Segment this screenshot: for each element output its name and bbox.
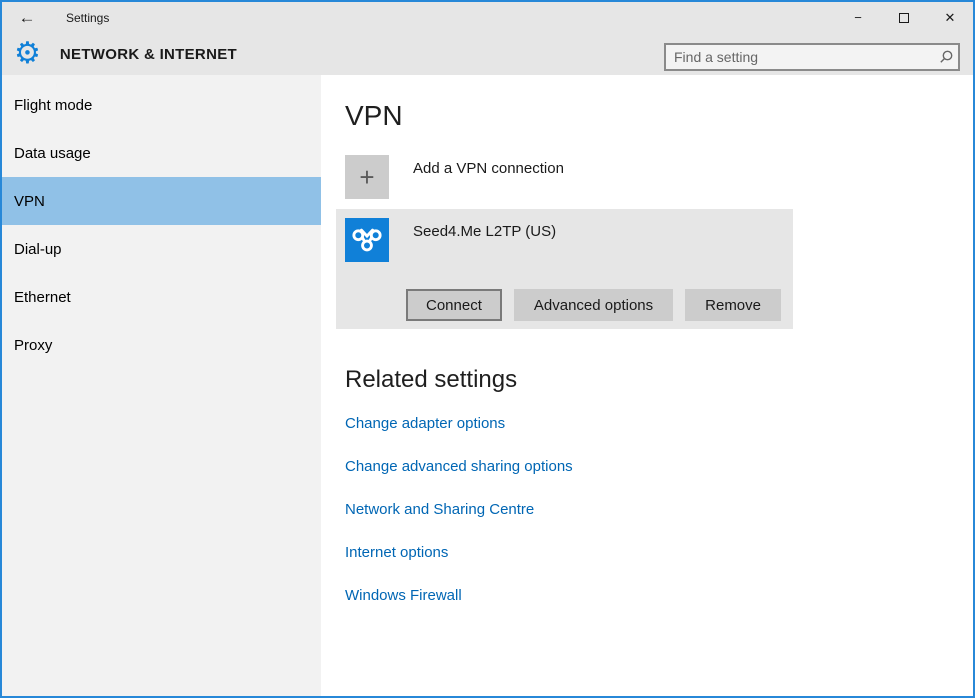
remove-button[interactable]: Remove xyxy=(685,289,781,321)
minimize-icon: − xyxy=(854,10,862,25)
sidebar-item-dial-up[interactable]: Dial-up xyxy=(2,225,321,273)
sidebar-item-label: Ethernet xyxy=(14,289,71,306)
search-icon[interactable] xyxy=(934,47,958,67)
vpn-connection-header: Seed4.Me L2TP (US) xyxy=(345,218,781,262)
list-item: Change adapter options xyxy=(345,415,973,433)
body-row: Flight mode Data usage VPN Dial-up Ether… xyxy=(2,75,973,696)
seed4me-vpn-icon xyxy=(345,218,389,262)
sidebar-item-proxy[interactable]: Proxy xyxy=(2,321,321,369)
page-title: VPN xyxy=(345,100,973,132)
maximize-icon xyxy=(899,13,909,23)
window-title: Settings xyxy=(66,11,109,25)
connect-button[interactable]: Connect xyxy=(406,289,502,321)
main-content: VPN + Add a VPN connection xyxy=(321,75,973,696)
window-controls: − ✕ xyxy=(835,2,973,33)
sidebar-item-data-usage[interactable]: Data usage xyxy=(2,129,321,177)
sidebar-item-label: Proxy xyxy=(14,337,52,354)
sidebar-item-label: VPN xyxy=(14,193,45,210)
close-icon: ✕ xyxy=(945,10,956,26)
list-item: Windows Firewall xyxy=(345,587,973,605)
list-item: Internet options xyxy=(345,544,973,562)
link-change-adapter-options[interactable]: Change adapter options xyxy=(345,415,505,432)
add-vpn-connection-button[interactable]: + Add a VPN connection xyxy=(345,155,973,199)
gear-icon: ⚙ xyxy=(14,39,41,69)
list-item: Change advanced sharing options xyxy=(345,458,973,476)
sidebar-item-vpn[interactable]: VPN xyxy=(2,177,321,225)
sidebar-item-label: Data usage xyxy=(14,145,91,162)
vpn-connection-name: Seed4.Me L2TP (US) xyxy=(413,223,556,262)
top-zone: ← Settings − ✕ ⚙ NETWORK & INTERNET xyxy=(2,2,973,75)
sidebar-item-label: Flight mode xyxy=(14,97,92,114)
search-box xyxy=(664,43,960,71)
title-bar: ← Settings − ✕ xyxy=(2,2,973,33)
back-arrow-icon: ← xyxy=(19,8,36,27)
link-network-and-sharing-centre[interactable]: Network and Sharing Centre xyxy=(345,501,534,518)
advanced-options-button[interactable]: Advanced options xyxy=(514,289,673,321)
link-change-advanced-sharing-options[interactable]: Change advanced sharing options xyxy=(345,458,573,475)
sidebar-item-label: Dial-up xyxy=(14,241,62,258)
settings-window: ← Settings − ✕ ⚙ NETWORK & INTERNET xyxy=(0,0,975,698)
minimize-button[interactable]: − xyxy=(835,2,881,33)
sidebar-item-flight-mode[interactable]: Flight mode xyxy=(2,81,321,129)
close-button[interactable]: ✕ xyxy=(927,2,973,33)
vpn-connection-actions: Connect Advanced options Remove xyxy=(345,289,781,321)
search-input[interactable] xyxy=(666,49,934,65)
vpn-connection-item[interactable]: Seed4.Me L2TP (US) Connect Advanced opti… xyxy=(336,209,793,329)
add-vpn-label: Add a VPN connection xyxy=(413,160,564,199)
back-button[interactable]: ← xyxy=(16,7,38,29)
category-title: NETWORK & INTERNET xyxy=(60,46,237,63)
link-windows-firewall[interactable]: Windows Firewall xyxy=(345,587,462,604)
plus-icon: + xyxy=(345,155,389,199)
link-internet-options[interactable]: Internet options xyxy=(345,544,448,561)
maximize-button[interactable] xyxy=(881,2,927,33)
list-item: Network and Sharing Centre xyxy=(345,501,973,519)
sidebar-nav: Flight mode Data usage VPN Dial-up Ether… xyxy=(2,75,321,696)
related-settings-links: Change adapter options Change advanced s… xyxy=(345,415,973,605)
related-settings-title: Related settings xyxy=(345,366,973,394)
sidebar-item-ethernet[interactable]: Ethernet xyxy=(2,273,321,321)
